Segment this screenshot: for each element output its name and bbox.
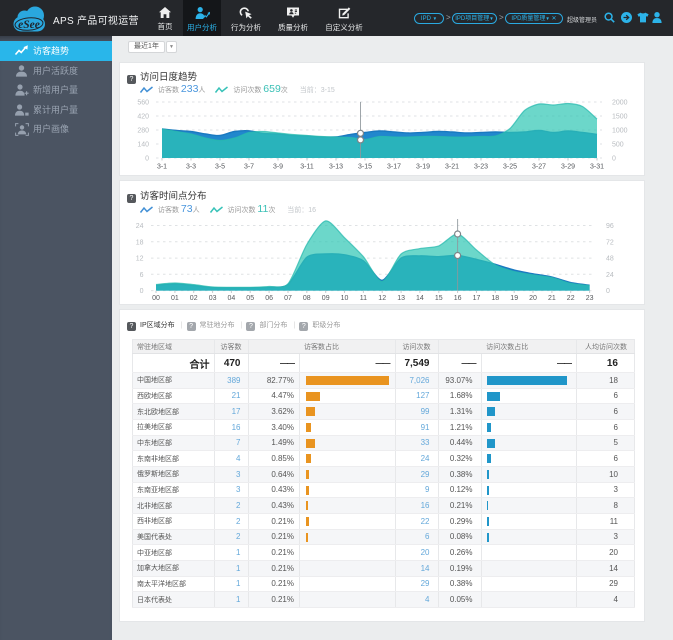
- svg-text:3-11: 3-11: [300, 164, 314, 171]
- svg-text:05: 05: [246, 295, 254, 302]
- svg-text:16: 16: [454, 295, 462, 302]
- svg-text:0: 0: [140, 288, 144, 295]
- svg-text:19: 19: [510, 295, 518, 302]
- svg-text:eSee: eSee: [18, 19, 40, 31]
- svg-text:23: 23: [586, 295, 594, 302]
- svg-text:280: 280: [137, 128, 149, 135]
- svg-text:04: 04: [228, 295, 236, 302]
- svg-text:72: 72: [606, 239, 614, 246]
- svg-text:20: 20: [529, 295, 537, 302]
- svg-text:420: 420: [137, 114, 149, 121]
- svg-text:24: 24: [136, 223, 144, 230]
- svg-text:48: 48: [606, 256, 614, 263]
- svg-text:0: 0: [606, 288, 610, 295]
- svg-text:21: 21: [548, 295, 556, 302]
- svg-text:00: 00: [152, 295, 160, 302]
- svg-text:560: 560: [137, 100, 149, 107]
- svg-text:96: 96: [606, 223, 614, 230]
- svg-text:2000: 2000: [612, 100, 628, 107]
- svg-text:18: 18: [136, 239, 144, 246]
- svg-text:0: 0: [612, 156, 616, 163]
- svg-text:0: 0: [145, 156, 149, 163]
- svg-text:24: 24: [606, 272, 614, 279]
- svg-text:03: 03: [209, 295, 217, 302]
- svg-text:3-17: 3-17: [387, 164, 401, 171]
- svg-text:3-3: 3-3: [186, 164, 196, 171]
- svg-text:10: 10: [341, 295, 349, 302]
- svg-text:500: 500: [612, 142, 624, 149]
- svg-text:3-27: 3-27: [532, 164, 546, 171]
- svg-text:22: 22: [567, 295, 575, 302]
- svg-text:14: 14: [416, 295, 424, 302]
- svg-text:3-7: 3-7: [244, 164, 254, 171]
- svg-text:09: 09: [322, 295, 330, 302]
- svg-text:3-15: 3-15: [358, 164, 372, 171]
- svg-text:1500: 1500: [612, 114, 628, 121]
- svg-text:11: 11: [360, 295, 367, 302]
- svg-text:3-13: 3-13: [329, 164, 343, 171]
- svg-text:3-9: 3-9: [273, 164, 283, 171]
- svg-text:12: 12: [136, 256, 144, 263]
- svg-text:06: 06: [265, 295, 273, 302]
- svg-text:3-5: 3-5: [215, 164, 225, 171]
- svg-text:3-25: 3-25: [503, 164, 517, 171]
- svg-text:1000: 1000: [612, 128, 628, 135]
- svg-text:3-23: 3-23: [474, 164, 488, 171]
- svg-text:13: 13: [397, 295, 405, 302]
- svg-text:3-31: 3-31: [590, 164, 604, 171]
- svg-text:6: 6: [140, 272, 144, 279]
- svg-text:140: 140: [137, 142, 149, 149]
- svg-text:3-1: 3-1: [157, 164, 167, 171]
- svg-text:15: 15: [435, 295, 443, 302]
- svg-text:08: 08: [303, 295, 311, 302]
- svg-text:01: 01: [171, 295, 179, 302]
- svg-text:07: 07: [284, 295, 292, 302]
- svg-text:3-19: 3-19: [416, 164, 430, 171]
- svg-text:17: 17: [473, 295, 481, 302]
- svg-text:02: 02: [190, 295, 198, 302]
- svg-text:3-21: 3-21: [445, 164, 459, 171]
- svg-text:18: 18: [491, 295, 499, 302]
- svg-text:12: 12: [378, 295, 386, 302]
- svg-text:3-29: 3-29: [561, 164, 575, 171]
